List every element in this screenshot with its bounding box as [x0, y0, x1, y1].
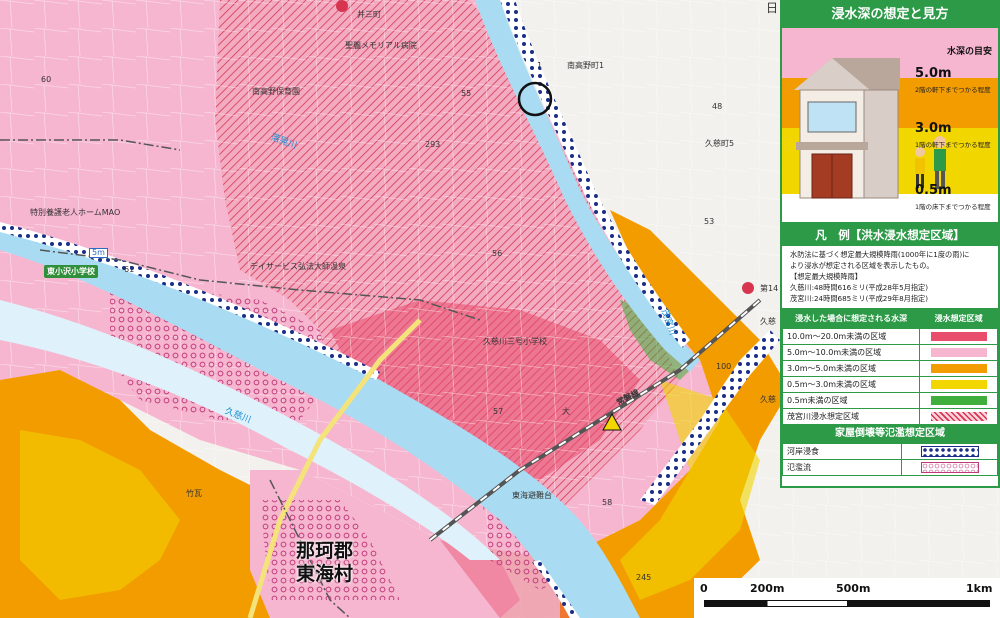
- map-label-evac-tower: 東海避難台: [512, 491, 552, 500]
- scale-bar: 0 200m 500m 1km: [694, 578, 1000, 618]
- legend-swatch-05-3: [930, 380, 987, 389]
- map-label-school-kujigawa: 久慈川三号小学校: [483, 337, 547, 346]
- police-marker-north: [336, 0, 348, 12]
- legend-row-label: 0.5m～3.0m未満の区域: [781, 376, 921, 393]
- depth-level-5m: 5.0m: [915, 66, 952, 81]
- scale-label-0: 0: [700, 582, 708, 595]
- legend-row-label: 10.0m～20.0m未満の区域: [781, 328, 921, 345]
- legend-desc-line: 【想定最大規模降雨】: [790, 272, 862, 281]
- area-name-naka-gun: 那珂郡: [296, 540, 354, 562]
- legend-swatch-flood-flow: [920, 462, 979, 473]
- map-label-dai14: 第14: [760, 284, 779, 293]
- shelter-57: 57: [493, 407, 504, 416]
- map-label-nursery: 南高野保育園: [252, 87, 300, 96]
- map-label-nursing-home: 特別養護老人ホームMAO: [30, 208, 121, 217]
- area-name-tokai-mura: 東海村: [296, 563, 354, 585]
- map-label-dai: 大: [562, 407, 570, 416]
- shelter-48: 48: [712, 102, 723, 111]
- legend-desc-line: より浸水が想定される区域を表示したもの。: [790, 261, 934, 270]
- legend-table-header-area: 浸水想定区域: [919, 308, 998, 329]
- shelter-60: 60: [41, 75, 52, 84]
- legend-swatch-bank-erosion: [920, 446, 979, 457]
- depth-guide: 水深の目安 5.0m 2階の軒下までつかる程度 3.0m 1階の軒下までつかる程…: [782, 28, 998, 224]
- legend-collapse-table: 河岸浸食 氾濫流: [782, 443, 998, 476]
- shelter-53: 53: [704, 217, 715, 226]
- legend-row: 茂宮川浸水想定区域: [781, 408, 998, 425]
- police-marker-east: [742, 282, 754, 294]
- legend-row: 0.5m未満の区域: [781, 392, 998, 409]
- legend-collapse-title: 家屋倒壊等氾濫想定区域: [782, 425, 998, 443]
- legend-desc-line: 水防法に基づく想定最大規模降雨(1000年に1度の雨)に: [790, 250, 970, 259]
- legend-row: 5.0m～10.0m未満の区域: [781, 344, 998, 361]
- legend-row: 10.0m～20.0m未満の区域: [781, 328, 998, 345]
- legend-row-label: 5.0m～10.0m未満の区域: [781, 344, 921, 361]
- legend-title: 浸水深の想定と見方: [782, 2, 998, 28]
- legend-table-header-depth: 浸水した場合に想定される水深: [781, 308, 921, 329]
- shelter-56: 56: [492, 249, 503, 258]
- depth-level-3m: 3.0m: [915, 121, 952, 136]
- legend-row: 河岸浸食: [782, 443, 998, 460]
- legend-row-label: 河岸浸食: [782, 443, 902, 460]
- legend-depth-table: 浸水した場合に想定される水深 浸水想定区域 10.0m～20.0m未満の区域 5…: [781, 308, 998, 425]
- route-245: 245: [636, 573, 652, 582]
- legend-row-label: 氾濫流: [782, 459, 902, 476]
- legend-desc-line: 茂宮川:24時間685ミリ(平成29年8月指定): [790, 294, 929, 303]
- legend-row: 氾濫流: [782, 459, 998, 476]
- depth-note-3m: 1階の軒下までつかる程度: [915, 141, 991, 149]
- depth-scale-label: 水深の目安: [946, 47, 992, 57]
- depth-note-05m: 1階の床下までつかる程度: [915, 203, 991, 211]
- legend-row: 0.5m～3.0m未満の区域: [781, 376, 998, 393]
- legend-swatch-hatch: [930, 412, 987, 421]
- shelter-100: 100: [716, 362, 732, 371]
- legend-swatch-3-5: [930, 364, 987, 373]
- route-293: 293: [425, 140, 441, 149]
- scale-bar-graphic: [704, 600, 990, 607]
- depth-level-05m: 0.5m: [915, 183, 952, 198]
- scale-label-500m: 500m: [836, 582, 871, 595]
- map-label-fragment-top2: 日: [766, 1, 779, 15]
- legend-row-label: 0.5m未満の区域: [781, 392, 921, 409]
- legend-row: 3.0m～5.0m未満の区域: [781, 360, 998, 377]
- map-label-kuji-a: 久慈: [760, 317, 776, 326]
- map-label-takegawara: 竹瓦: [186, 489, 202, 498]
- legend-panel: 浸水深の想定と見方 水深の目安 5.0m 2階の軒下までつかる程度 3.0m 1…: [780, 0, 1000, 488]
- badge-5m: 5m: [89, 248, 108, 258]
- depth-note-5m: 2階の軒下までつかる程度: [915, 86, 991, 94]
- shelter-61: 61: [124, 265, 135, 274]
- legend-swatch-10-20: [930, 332, 987, 341]
- map-label-town-minamitakano: 南高野町1: [567, 61, 605, 70]
- legend-section-title: 凡 例【洪水浸水想定区域】: [782, 224, 998, 246]
- scale-label-1km: 1km: [966, 582, 993, 595]
- map-label-fragment-top: 井三町: [357, 10, 381, 19]
- numeral-1: 1: [537, 61, 543, 70]
- map-label-day-service: デイサービス弘法大師温泉: [250, 262, 346, 271]
- shelter-55: 55: [461, 89, 472, 98]
- legend-row-label: 3.0m～5.0m未満の区域: [781, 360, 921, 377]
- map-label-hospital: 聖麗メモリアル病院: [345, 41, 417, 50]
- legend-description: 水防法に基づく想定最大規模降雨(1000年に1度の雨)に より浸水が想定される区…: [782, 246, 998, 304]
- legend-desc-line: 久慈川:48時間616ミリ(平成28年5月指定): [790, 283, 929, 292]
- map-label-school-east-ozawa: 東小沢小学校: [44, 265, 98, 278]
- legend-row-label: 茂宮川浸水想定区域: [781, 408, 921, 425]
- house-illustration: [794, 58, 900, 199]
- map-label-town-kuji5: 久慈町5: [705, 139, 735, 148]
- scale-label-200m: 200m: [750, 582, 785, 595]
- shelter-58: 58: [602, 498, 613, 507]
- map-label-kuji-b: 久慈: [760, 395, 776, 404]
- legend-swatch-5-10: [930, 348, 987, 357]
- legend-swatch-under-05: [930, 396, 987, 405]
